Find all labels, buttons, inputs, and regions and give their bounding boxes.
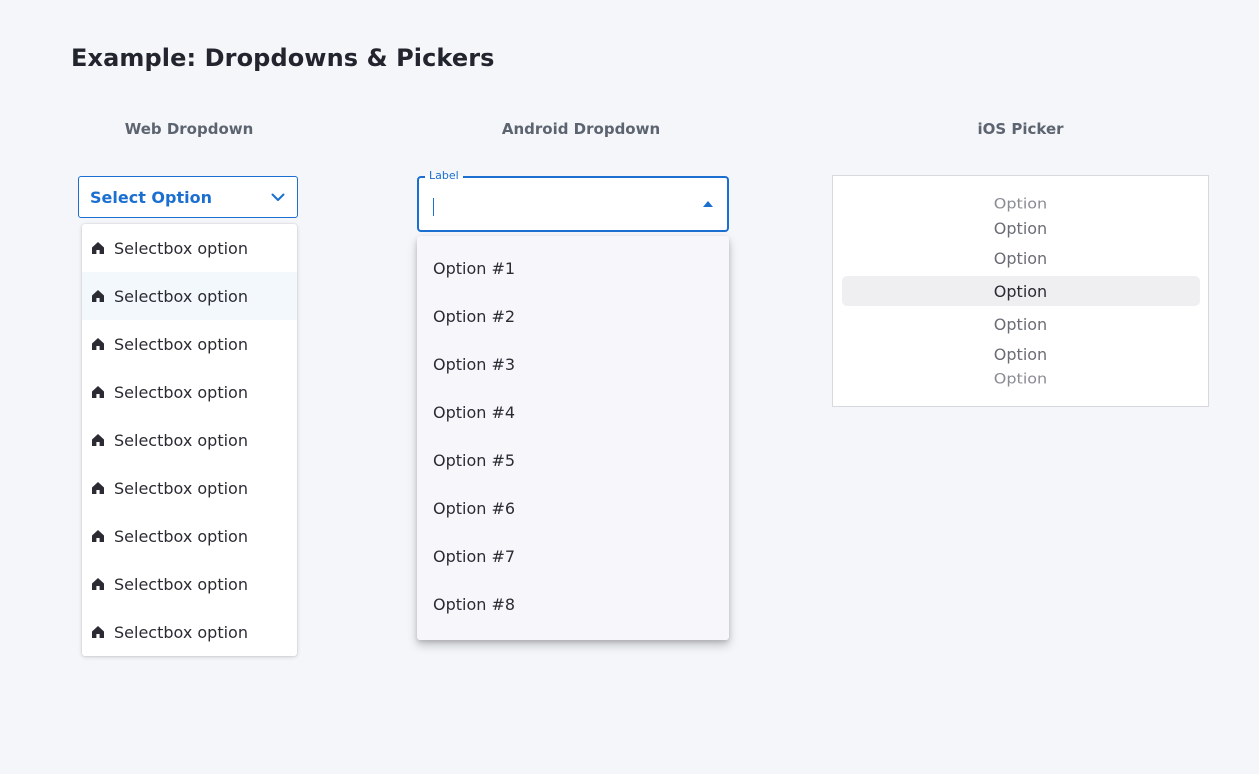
web-dropdown-option-label: Selectbox option	[114, 478, 248, 498]
web-dropdown-option-label: Selectbox option	[114, 526, 248, 546]
home-icon	[91, 241, 105, 255]
android-dropdown-option[interactable]: Option #3	[417, 340, 729, 388]
web-dropdown-option[interactable]: Selectbox option	[82, 608, 297, 656]
web-dropdown-option[interactable]: Selectbox option	[82, 560, 297, 608]
web-dropdown-option-label: Selectbox option	[114, 574, 248, 594]
web-dropdown-option-label: Selectbox option	[114, 238, 248, 258]
ios-picker-option[interactable]: Option	[833, 249, 1208, 268]
web-dropdown-select[interactable]: Select Option	[78, 176, 298, 218]
android-dropdown-menu: Option #1 Option #2 Option #3 Option #4 …	[417, 236, 729, 640]
ios-picker-option[interactable]: Option	[833, 315, 1208, 334]
android-dropdown-option[interactable]: Option #2	[417, 292, 729, 340]
android-dropdown-option[interactable]: Option #8	[417, 580, 729, 628]
android-dropdown-option[interactable]: Option #1	[417, 244, 729, 292]
android-dropdown-field[interactable]: Label	[417, 169, 729, 232]
home-icon	[91, 433, 105, 447]
web-dropdown-option[interactable]: Selectbox option	[82, 224, 297, 272]
ios-picker-wheel[interactable]: Option Option Option Option Option Optio…	[832, 175, 1209, 407]
web-dropdown-option-label: Selectbox option	[114, 286, 248, 306]
android-dropdown-option[interactable]: Option #4	[417, 388, 729, 436]
chevron-down-icon	[271, 193, 285, 202]
home-icon	[91, 289, 105, 303]
web-dropdown-option-label: Selectbox option	[114, 382, 248, 402]
home-icon	[91, 481, 105, 495]
ios-picker-option[interactable]: Option	[833, 345, 1208, 364]
web-dropdown-option-label: Selectbox option	[114, 430, 248, 450]
arrow-up-icon[interactable]	[703, 201, 713, 207]
ios-picker-heading: iOS Picker	[977, 120, 1064, 138]
home-icon	[91, 529, 105, 543]
web-dropdown-menu: Selectbox option Selectbox option Select…	[82, 224, 297, 656]
android-dropdown-option[interactable]: Option #5	[417, 436, 729, 484]
web-dropdown-option[interactable]: Selectbox option	[82, 512, 297, 560]
ios-picker-option[interactable]: Option	[833, 195, 1208, 212]
web-dropdown-option-label: Selectbox option	[114, 334, 248, 354]
web-dropdown-option-label: Selectbox option	[114, 622, 248, 642]
web-dropdown-value: Select Option	[90, 187, 212, 207]
web-dropdown-option[interactable]: Selectbox option	[82, 272, 297, 320]
home-icon	[91, 577, 105, 591]
page-title: Example: Dropdowns & Pickers	[71, 44, 495, 72]
home-icon	[91, 385, 105, 399]
home-icon	[91, 337, 105, 351]
android-dropdown-option[interactable]: Option #7	[417, 532, 729, 580]
ios-picker-option[interactable]: Option	[833, 370, 1208, 387]
ios-picker-option[interactable]: Option	[833, 219, 1208, 238]
text-cursor	[433, 198, 434, 216]
android-dropdown-heading: Android Dropdown	[501, 120, 661, 138]
ios-picker-option-selected[interactable]: Option	[833, 282, 1208, 301]
web-dropdown-option[interactable]: Selectbox option	[82, 320, 297, 368]
home-icon	[91, 625, 105, 639]
web-dropdown-option[interactable]: Selectbox option	[82, 416, 297, 464]
web-dropdown-option[interactable]: Selectbox option	[82, 368, 297, 416]
android-dropdown-option[interactable]: Option #6	[417, 484, 729, 532]
web-dropdown-option[interactable]: Selectbox option	[82, 464, 297, 512]
android-dropdown-label: Label	[425, 169, 463, 183]
web-dropdown-heading: Web Dropdown	[124, 120, 254, 138]
